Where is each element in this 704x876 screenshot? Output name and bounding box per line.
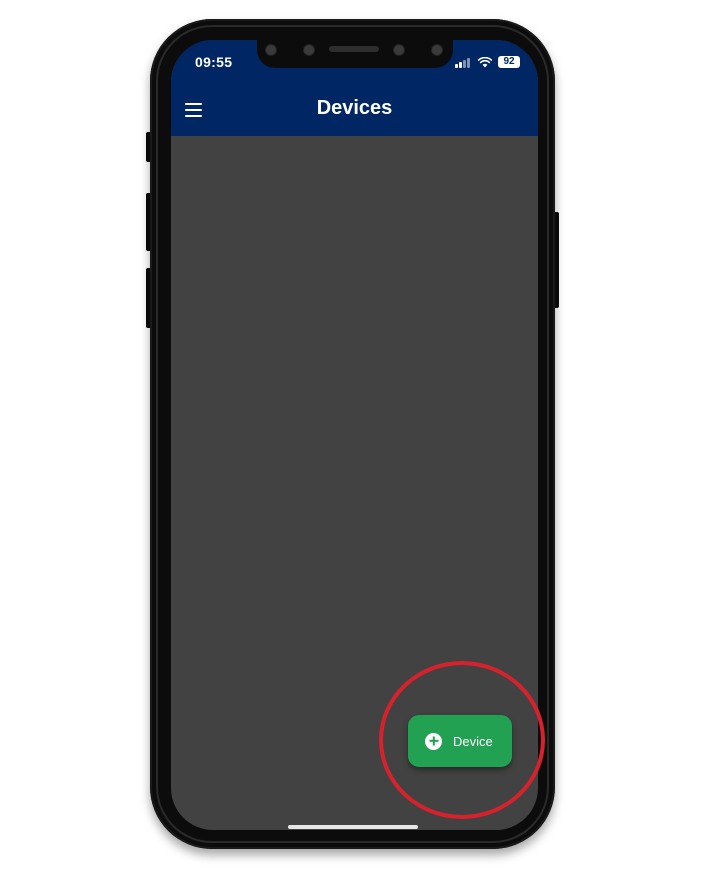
app-bar: 09:55 92 Devices <box>171 40 538 136</box>
add-device-label: Device <box>453 733 493 749</box>
add-circle-icon <box>425 732 442 750</box>
screenshot-stage: 09:55 92 Devices Device <box>0 0 704 876</box>
sensor-icon <box>431 44 443 56</box>
battery-icon: 92 <box>498 56 520 68</box>
sensor-icon <box>265 44 277 56</box>
cellular-signal-icon <box>455 57 471 68</box>
sensor-icon <box>393 44 405 56</box>
earpiece-speaker <box>329 46 379 52</box>
add-device-button[interactable]: Device <box>408 715 512 767</box>
page-title: Devices <box>316 97 393 119</box>
wifi-icon <box>478 56 492 67</box>
status-time: 09:55 <box>195 54 233 70</box>
home-indicator[interactable] <box>288 825 418 829</box>
phone-screen: 09:55 92 Devices Device <box>171 40 538 830</box>
status-icons: 92 <box>455 55 520 69</box>
camera-notch <box>257 40 453 68</box>
camera-icon <box>303 44 315 56</box>
